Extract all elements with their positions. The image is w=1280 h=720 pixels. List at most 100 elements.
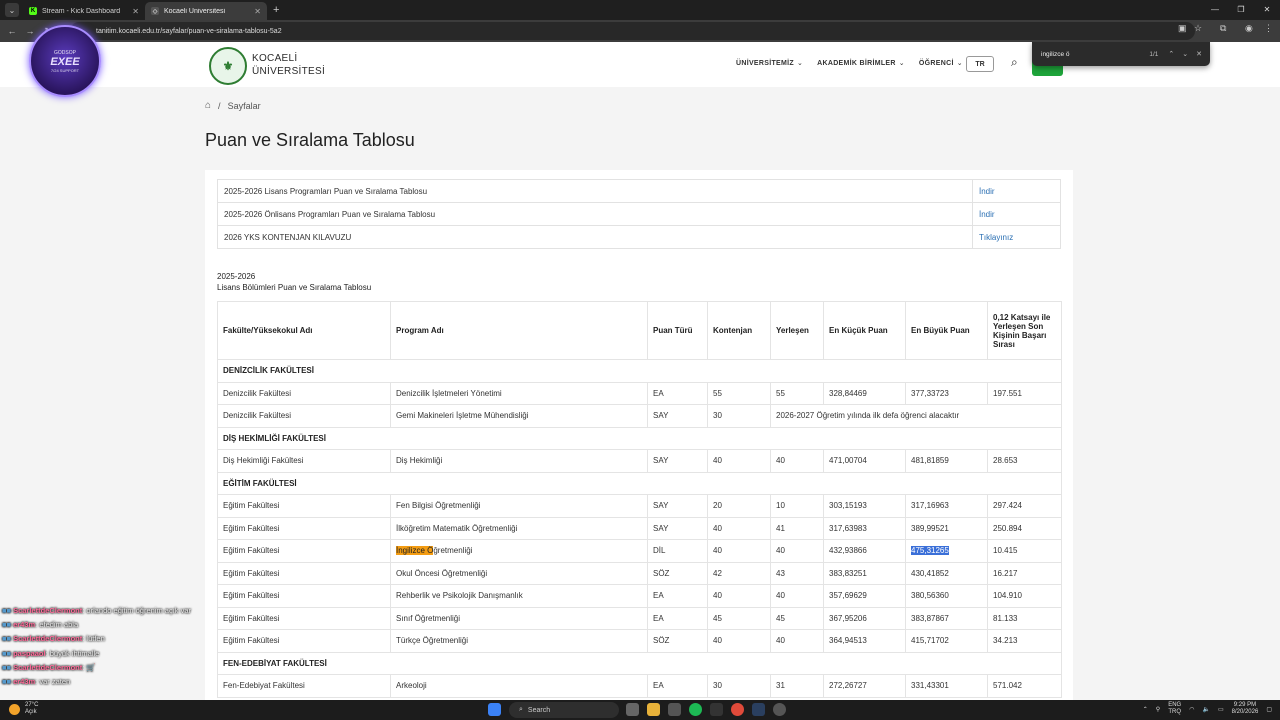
streamer-cam-badge: GODSOP EXEE 7/24 SUPPORT: [29, 25, 101, 97]
restore-icon[interactable]: ❐: [1228, 0, 1254, 20]
spotify-icon[interactable]: [689, 703, 702, 716]
volume-icon[interactable]: 🔈: [1202, 706, 1209, 713]
documents-table: 2025-2026 Lisans Programları Puan ve Sır…: [217, 179, 1061, 249]
usb-icon[interactable]: ⚲: [1156, 706, 1160, 713]
file-explorer-icon[interactable]: [647, 703, 660, 716]
minimize-icon[interactable]: —: [1202, 0, 1228, 20]
weather-condition: Açık: [25, 709, 37, 715]
table-cell: 364,94513: [823, 629, 906, 653]
url-text: tanitim.kocaeli.edu.tr/sayfalar/puan-ve-…: [96, 27, 282, 35]
chat-message: ■■ ScarlettdeClermont: lütfen: [2, 632, 191, 646]
nav-universitemiz[interactable]: ÜNİVERSİTEMİZ ⌄: [736, 59, 803, 67]
close-window-icon[interactable]: ✕: [1254, 0, 1280, 20]
search-icon[interactable]: ⌕: [1011, 55, 1018, 70]
lang-primary: ENG: [1168, 702, 1182, 708]
language-button[interactable]: TR: [966, 56, 994, 72]
chrome-icon[interactable]: [731, 703, 744, 716]
university-logo[interactable]: ⚜: [209, 47, 247, 85]
tray-chevron-icon[interactable]: ⌃: [1143, 706, 1148, 713]
table-cell: 40: [707, 449, 771, 473]
notification-icon[interactable]: ▢: [1266, 706, 1272, 713]
wifi-icon[interactable]: ◠: [1189, 706, 1194, 713]
nav-akademik-birimler[interactable]: AKADEMİK BİRİMLER ⌄: [817, 59, 905, 67]
nav-label: ÖĞRENCİ: [918, 60, 954, 67]
page-favicon-icon: ◇: [151, 7, 159, 15]
table-cell: 389,99521: [905, 516, 988, 540]
task-view-icon[interactable]: [626, 703, 639, 716]
breadcrumb-item[interactable]: Sayfalar: [228, 101, 261, 111]
document-link[interactable]: Tıklayınız: [972, 225, 1061, 249]
table-row: Eğitim Fakültesi Türkçe Öğretmenliği SÖZ 40…: [217, 629, 1062, 653]
close-icon[interactable]: ✕: [132, 7, 139, 16]
start-icon[interactable]: [488, 703, 501, 716]
table-cell: 30: [707, 404, 771, 428]
document-row: 2025-2026 Önlisans Programları Puan ve S…: [217, 202, 1061, 226]
table-cell: SÖZ: [647, 561, 708, 585]
faculty-section-title: FEN-EDEBİYAT FAKÜLTESİ: [217, 651, 1062, 675]
table-row: Eğitim Fakültesi İlköğretim Matematik Öğr…: [217, 516, 1062, 540]
table-cell: İngilizce Öğretmenliği: [390, 539, 648, 563]
weather-widget[interactable]: 27°C Açık: [9, 702, 38, 716]
new-tab-icon[interactable]: +: [273, 4, 279, 16]
chat-username[interactable]: paspaaol: [13, 649, 46, 658]
chat-text: : orlando eğitim öğrenim açık var: [82, 606, 192, 615]
battery-icon[interactable]: ▭: [1218, 706, 1224, 713]
taskbar-search[interactable]: ⌕ Search: [509, 702, 619, 718]
table-cell: EA: [647, 381, 708, 405]
table-cell: 571.042: [987, 674, 1062, 698]
browser-toolbar: ← → ↻ tanitim.kocaeli.edu.tr/sayfalar/pu…: [0, 20, 1280, 42]
nav-ogrenci[interactable]: ÖĞRENCİ ⌄: [919, 59, 963, 67]
forward-icon[interactable]: →: [22, 26, 38, 36]
table-cell: EA: [647, 674, 708, 698]
clock-date: 8/20/2026: [1231, 709, 1259, 715]
clock[interactable]: 9:29 PM 8/20/2026: [1232, 702, 1259, 716]
chat-username[interactable]: ScarlettdeClermont: [13, 606, 82, 615]
column-header: 0,12 Katsayı ile Yerleşen Son Kişinin Ba…: [987, 301, 1062, 360]
find-input[interactable]: ingilizce ö: [1041, 51, 1070, 58]
find-close-icon[interactable]: ✕: [1196, 50, 1202, 58]
chat-username[interactable]: er43m: [13, 677, 35, 686]
table-cell: 197.551: [987, 381, 1062, 405]
taskbar-pinned-apps: [488, 703, 501, 716]
system-tray: ⌃ ⚲ ENG TRQ ◠ 🔈 ▭ 9:29 PM 8/20/2026 ▢: [1143, 702, 1272, 716]
faculty-section-title: DENİZCİLİK FAKÜLTESİ: [217, 359, 1062, 383]
chat-username[interactable]: er43m: [13, 620, 35, 629]
translate-icon[interactable]: ▣: [1178, 23, 1187, 34]
browser-tabbar: ⌄ K Stream - Kick Dashboard ✕ ◇ Kocaeli …: [0, 0, 1280, 20]
document-link[interactable]: İndir: [972, 202, 1061, 226]
table-cell: 55: [770, 381, 824, 405]
table-cell: EA: [647, 606, 708, 630]
terminal-icon[interactable]: [710, 703, 723, 716]
table-cell: 40: [707, 584, 771, 608]
tab-search-icon[interactable]: ⌄: [5, 3, 19, 17]
find-previous-icon[interactable]: ⌃: [1168, 50, 1174, 58]
input-language[interactable]: ENG TRQ: [1168, 702, 1181, 716]
steam-icon[interactable]: [752, 703, 765, 716]
address-bar[interactable]: tanitim.kocaeli.edu.tr/sayfalar/puan-ve-…: [70, 22, 1195, 40]
document-link[interactable]: İndir: [972, 179, 1061, 203]
chat-badges-icon: ■■: [2, 662, 12, 672]
app-icon[interactable]: [773, 703, 786, 716]
extensions-icon[interactable]: ⧉: [1220, 23, 1226, 34]
chat-username[interactable]: ScarlettdeClermont: [13, 634, 82, 643]
document-name: 2026 YKS KONTENJAN KILAVUZU: [217, 225, 973, 249]
bookmark-star-icon[interactable]: ☆: [1194, 23, 1202, 34]
table-row: Eğitim Fakültesi Fen Bilgisi Öğretmenliği…: [217, 494, 1062, 518]
find-next-icon[interactable]: ⌄: [1182, 50, 1188, 58]
score-table-body: DENİZCİLİK FAKÜLTESİ Denizcilik Fakültesi…: [217, 359, 1062, 698]
table-cell: Fen-Edebiyat Fakültesi: [217, 674, 391, 698]
back-icon[interactable]: ←: [4, 26, 20, 36]
close-icon[interactable]: ✕: [254, 7, 261, 16]
menu-icon[interactable]: ⋮: [1264, 23, 1273, 34]
tab-kocaeli[interactable]: ◇ Kocaeli Üniversitesi ✕: [145, 2, 267, 20]
table-cell: 40: [707, 539, 771, 563]
profile-icon[interactable]: ◉: [1245, 23, 1253, 34]
chevron-down-icon: ⌄: [796, 60, 804, 67]
university-name[interactable]: KOCAELİ ÜNİVERSİTESİ: [252, 52, 325, 78]
home-icon[interactable]: ⌂: [205, 100, 211, 111]
media-icon[interactable]: [668, 703, 681, 716]
tab-kick-dashboard[interactable]: K Stream - Kick Dashboard ✕: [23, 2, 145, 20]
table-cell: 297.424: [987, 494, 1062, 518]
chat-username[interactable]: ScarlettdeClermont: [13, 663, 82, 672]
document-name: 2025-2026 Önlisans Programları Puan ve S…: [217, 202, 973, 226]
